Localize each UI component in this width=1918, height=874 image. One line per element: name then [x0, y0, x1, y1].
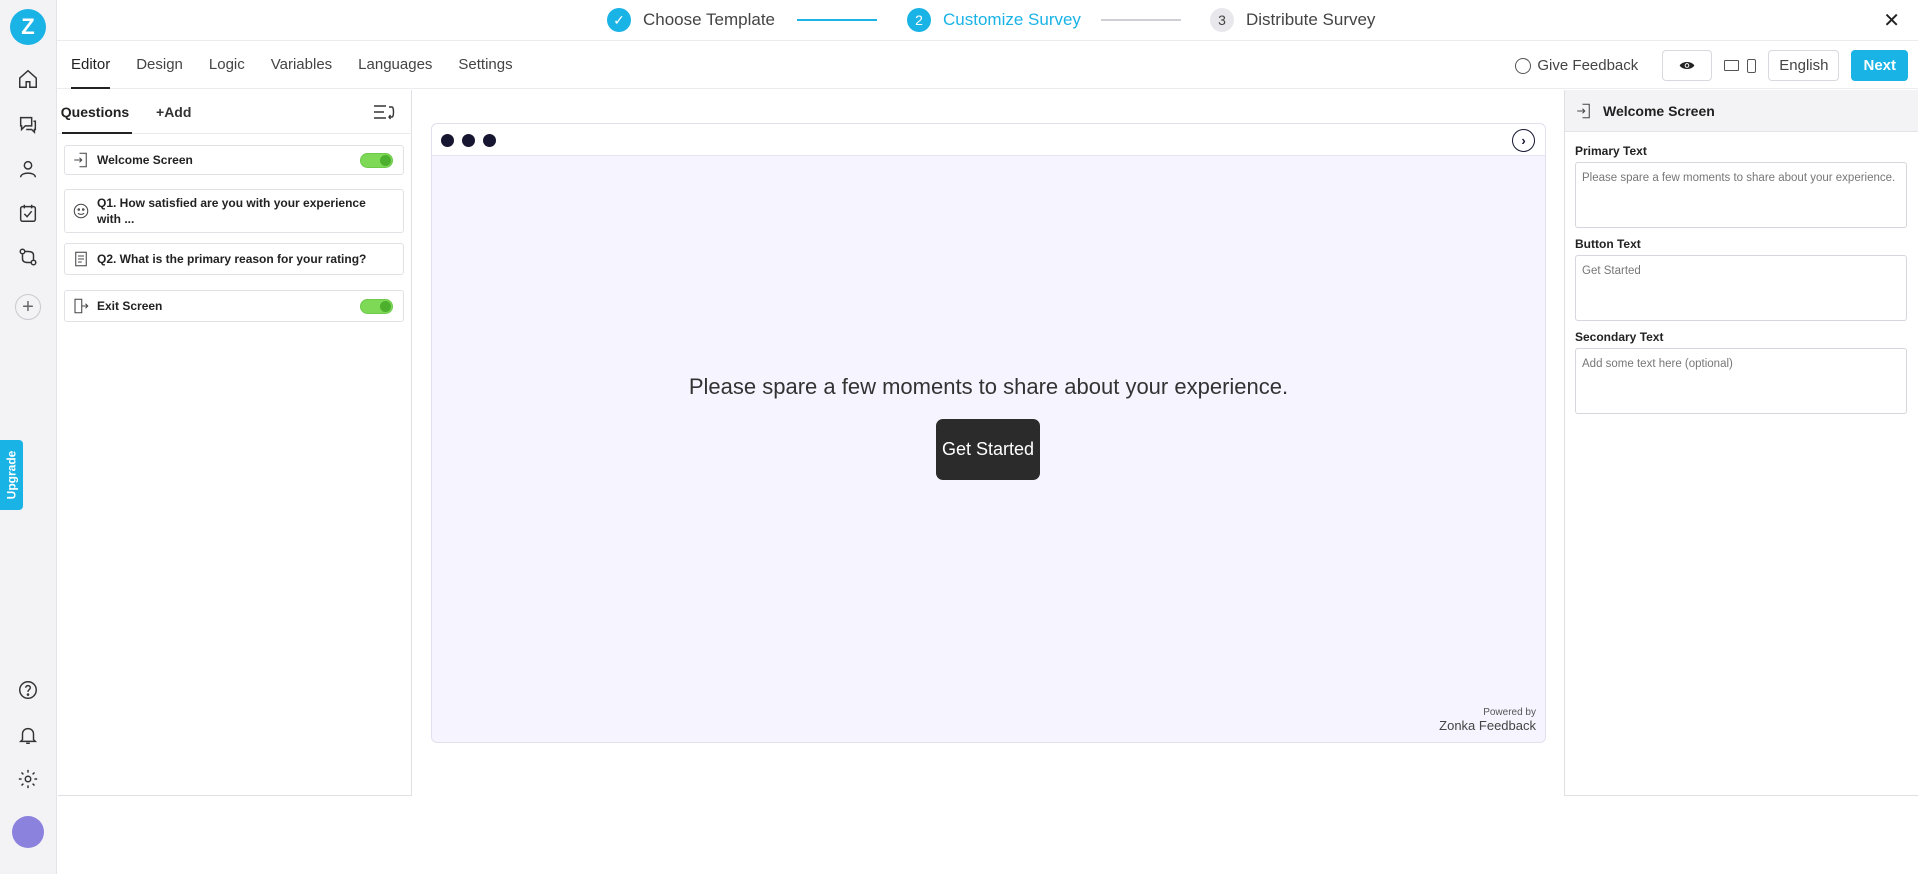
questions-header: Questions +Add [58, 90, 411, 134]
list-item-q2[interactable]: Q2. What is the primary reason for your … [64, 243, 404, 275]
close-icon[interactable]: ✕ [1883, 8, 1900, 33]
add-question-button[interactable]: +Add [156, 90, 191, 134]
step-customize-survey[interactable]: 2 Customize Survey [907, 8, 1081, 32]
language-select[interactable]: English [1768, 50, 1840, 81]
desktop-icon[interactable] [1724, 60, 1740, 71]
give-feedback-button[interactable]: Give Feedback [1515, 57, 1638, 74]
list-item-q1[interactable]: Q1. How satisfied are you with your expe… [64, 189, 404, 233]
step-number: 3 [1210, 8, 1234, 32]
tab-variables[interactable]: Variables [271, 41, 332, 89]
brand-name: Zonka Feedback [1439, 718, 1536, 733]
rating-face-icon [65, 202, 97, 220]
toolbar-actions: Give Feedback English Next [1515, 50, 1908, 81]
tab-questions[interactable]: Questions [58, 90, 132, 134]
step-progress-bar: ✓ Choose Template 2 Customize Survey 3 D… [57, 0, 1918, 41]
step-label: Choose Template [643, 10, 775, 29]
add-circle[interactable]: + [15, 294, 41, 320]
field-label: Primary Text [1575, 144, 1647, 158]
welcome-screen-icon [1577, 103, 1590, 118]
next-arrow-icon[interactable]: › [1512, 129, 1535, 152]
step-connector [797, 19, 877, 21]
integrations-icon[interactable] [14, 243, 42, 271]
next-button[interactable]: Next [1851, 50, 1908, 81]
left-rail: Z + Upgrade [0, 0, 57, 874]
user-avatar[interactable] [12, 816, 44, 848]
tab-design[interactable]: Design [136, 41, 183, 89]
editor-tabs: Editor Design Logic Variables Languages … [71, 41, 513, 89]
question-label: Welcome Screen [97, 153, 193, 167]
editor-toolbar: Editor Design Logic Variables Languages … [57, 41, 1918, 89]
upgrade-label: Upgrade [4, 450, 19, 500]
powered-by-label: Powered by [1483, 707, 1536, 718]
exit-screen-toggle[interactable] [360, 298, 393, 314]
survey-builder: Z + Upgrade ✓ Choose Template 2 Customiz… [0, 0, 1918, 874]
preview-header: › [432, 124, 1545, 156]
properties-panel: Welcome Screen Primary Text Please spare… [1564, 90, 1918, 796]
list-item-exit-screen[interactable]: Exit Screen [64, 290, 404, 322]
text-question-icon [65, 250, 97, 268]
step-connector [1101, 19, 1181, 21]
survey-chat-icon[interactable] [14, 110, 42, 138]
question-label: Exit Screen [97, 299, 163, 313]
welcome-screen-icon [65, 151, 97, 169]
eye-icon [1679, 62, 1695, 69]
tab-settings[interactable]: Settings [458, 41, 512, 89]
zonka-logo[interactable]: Z [10, 9, 46, 45]
panel-title: Welcome Screen [1603, 102, 1715, 119]
mobile-icon[interactable] [1747, 58, 1757, 73]
button-text-field: Button Text Get Started [1575, 237, 1907, 321]
step-label: Customize Survey [943, 10, 1081, 29]
powered-by: Powered by Zonka Feedback [1439, 707, 1536, 733]
give-feedback-label: Give Feedback [1537, 57, 1639, 74]
step-number: 2 [907, 8, 931, 32]
more-dots-icon[interactable] [441, 134, 496, 147]
welcome-screen-toggle[interactable] [360, 152, 393, 168]
secondary-text-field: Secondary Text Add some text here (optio… [1575, 330, 1907, 414]
secondary-text-input[interactable]: Add some text here (optional) [1575, 348, 1907, 414]
tab-logic[interactable]: Logic [209, 41, 245, 89]
reorder-icon[interactable] [373, 103, 395, 121]
welcome-message: Please spare a few moments to share abou… [688, 374, 1289, 399]
add-icon[interactable]: + [14, 293, 42, 321]
list-item-welcome-screen[interactable]: Welcome Screen [64, 145, 404, 175]
properties-header: Welcome Screen [1565, 90, 1918, 132]
step-check-icon: ✓ [607, 8, 631, 32]
tab-languages[interactable]: Languages [358, 41, 432, 89]
tab-editor[interactable]: Editor [71, 41, 111, 89]
settings-gear-icon[interactable] [14, 765, 42, 793]
step-label: Distribute Survey [1246, 10, 1376, 29]
contacts-icon[interactable] [14, 155, 42, 183]
feedback-chat-icon [1515, 57, 1532, 74]
survey-preview: › Please spare a few moments to share ab… [431, 123, 1546, 743]
step-choose-template[interactable]: ✓ Choose Template [607, 8, 775, 32]
plus-icon: + [156, 104, 165, 120]
add-label: Add [164, 104, 192, 120]
primary-text-field: Primary Text Please spare a few moments … [1575, 144, 1907, 228]
primary-text-input[interactable]: Please spare a few moments to share abou… [1575, 162, 1907, 228]
preview-eye-button[interactable] [1662, 50, 1713, 81]
questions-panel: Questions +Add Welcome Screen Q1. How sa… [58, 90, 412, 796]
get-started-button[interactable]: Get Started [936, 419, 1040, 480]
question-label: Q2. What is the primary reason for your … [97, 252, 367, 266]
field-label: Button Text [1575, 237, 1641, 251]
upgrade-tab[interactable]: Upgrade [0, 440, 23, 510]
exit-screen-icon [65, 297, 97, 315]
field-label: Secondary Text [1575, 330, 1664, 344]
tasks-icon[interactable] [14, 199, 42, 227]
button-text-input[interactable]: Get Started [1575, 255, 1907, 321]
home-icon[interactable] [14, 65, 42, 93]
notifications-icon[interactable] [14, 721, 42, 749]
device-switcher [1724, 58, 1757, 73]
help-icon[interactable] [14, 676, 42, 704]
step-distribute-survey[interactable]: 3 Distribute Survey [1210, 8, 1375, 32]
question-label: Q1. How satisfied are you with your expe… [97, 196, 366, 226]
